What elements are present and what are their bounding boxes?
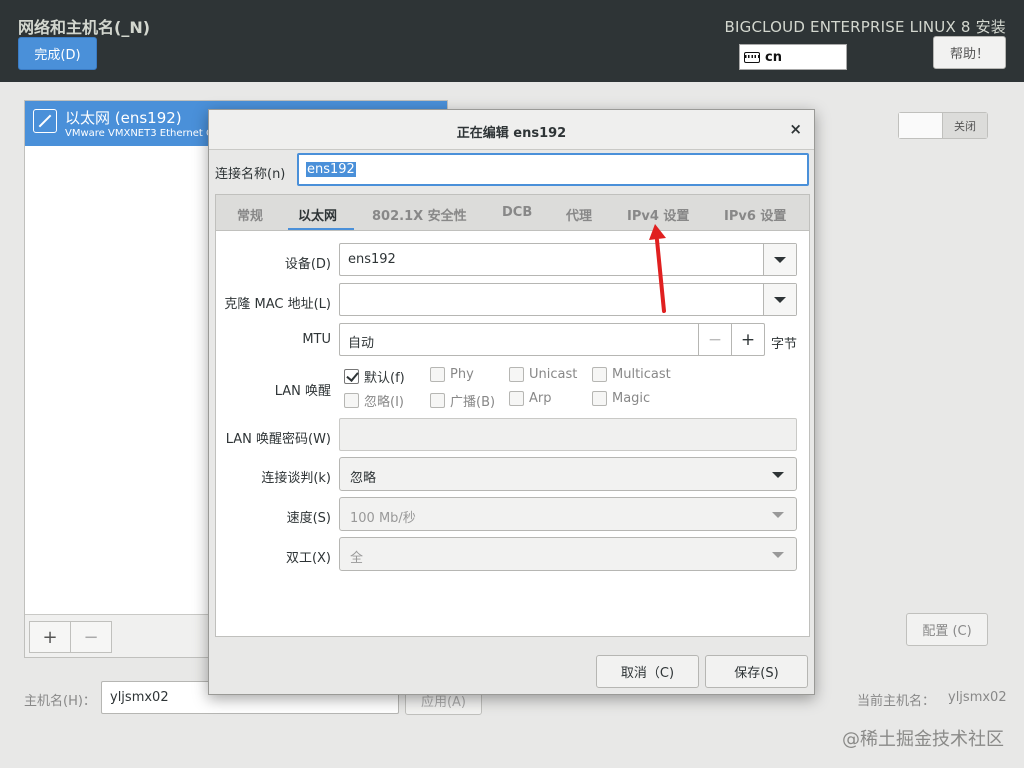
- checkbox-icon: [430, 393, 445, 408]
- wol-ignore-checkbox[interactable]: 忽略(I): [344, 391, 404, 410]
- product-title: BIGCLOUD ENTERPRISE LINUX 8 安装: [724, 18, 1006, 36]
- tab-8021x-security[interactable]: 802.1X 安全性: [372, 205, 467, 224]
- checkbox-icon: [430, 367, 445, 382]
- clone-mac-combo[interactable]: [339, 283, 797, 316]
- tab-ipv4-settings[interactable]: IPv4 设置: [627, 205, 689, 224]
- chevron-down-icon[interactable]: [763, 284, 796, 315]
- duplex-label: 双工(X): [285, 551, 331, 566]
- clone-mac-label: 克隆 MAC 地址(L): [224, 297, 331, 312]
- mtu-label: MTU: [302, 332, 331, 347]
- save-button[interactable]: 保存(S): [705, 655, 808, 688]
- keyboard-layout-label: cn: [765, 49, 782, 65]
- mtu-value: 自动: [348, 336, 375, 351]
- current-hostname-value: yljsmx02: [948, 690, 1007, 705]
- device-name: 以太网 (ens192): [65, 109, 182, 127]
- duplex-value: 全: [350, 551, 364, 566]
- toggle-state-label: 关闭: [943, 113, 987, 138]
- help-button[interactable]: 帮助！: [933, 36, 1006, 69]
- tab-ipv6-settings[interactable]: IPv6 设置: [724, 205, 786, 224]
- cancel-button[interactable]: 取消（C): [596, 655, 699, 688]
- wol-phy-checkbox[interactable]: Phy: [430, 367, 474, 382]
- device-toggle-switch[interactable]: 关闭: [898, 112, 988, 139]
- wol-password-label: LAN 唤醒密码(W): [225, 432, 331, 447]
- device-description: VMware VMXNET3 Ethernet C: [65, 128, 214, 139]
- speed-select[interactable]: 100 Mb/秒: [339, 497, 797, 531]
- checkbox-icon: [344, 369, 359, 384]
- checkbox-icon: [344, 393, 359, 408]
- checkbox-icon: [509, 391, 524, 406]
- wol-phy-label: Phy: [450, 367, 474, 382]
- wol-arp-checkbox[interactable]: Arp: [509, 391, 552, 406]
- wol-multicast-label: Multicast: [612, 367, 671, 382]
- top-header: 网络和主机名(_N) 完成(D) BIGCLOUD ENTERPRISE LIN…: [0, 0, 1024, 82]
- dialog-title: 正在编辑 ens192: [456, 126, 567, 141]
- add-device-button[interactable]: +: [29, 621, 71, 653]
- ethernet-icon: [33, 109, 57, 133]
- connection-name-label: 连接名称(n): [215, 167, 286, 182]
- configure-button[interactable]: 配置 (C): [906, 613, 988, 646]
- negotiation-label: 连接谈判(k): [261, 471, 331, 486]
- device-value: ens192: [348, 252, 396, 267]
- checkbox-icon: [509, 367, 524, 382]
- wol-magic-checkbox[interactable]: Magic: [592, 391, 650, 406]
- tab-general[interactable]: 常规: [237, 205, 263, 224]
- connection-name-input[interactable]: ens192: [297, 153, 809, 186]
- mtu-increment-button[interactable]: +: [731, 324, 764, 355]
- speed-value: 100 Mb/秒: [350, 511, 416, 526]
- negotiation-value: 忽略: [350, 471, 377, 486]
- dialog-titlebar: 正在编辑 ens192 ×: [209, 110, 814, 150]
- tab-dcb[interactable]: DCB: [502, 205, 532, 220]
- done-button[interactable]: 完成(D): [18, 37, 97, 70]
- mtu-unit: 字节: [771, 337, 798, 352]
- watermark: @稀土掘金技术社区: [842, 729, 1004, 750]
- tab-ethernet[interactable]: 以太网: [298, 205, 337, 224]
- mtu-decrement-button[interactable]: −: [698, 324, 731, 355]
- wol-password-input[interactable]: [339, 418, 797, 451]
- wol-magic-label: Magic: [612, 391, 651, 406]
- wol-default-checkbox[interactable]: 默认(f): [344, 367, 405, 386]
- wol-broadcast-label: 广播(B): [450, 395, 496, 410]
- wol-ignore-label: 忽略(I): [364, 395, 404, 410]
- chevron-down-icon: [772, 552, 784, 558]
- wol-unicast-checkbox[interactable]: Unicast: [509, 367, 577, 382]
- wol-label: LAN 唤醒: [274, 384, 331, 399]
- edit-connection-dialog: 正在编辑 ens192 × 连接名称(n) ens192 常规 以太网 802.…: [208, 109, 815, 695]
- close-icon[interactable]: ×: [789, 120, 802, 138]
- settings-tabs: 常规 以太网 802.1X 安全性 DCB 代理 IPv4 设置 IPv6 设置: [215, 194, 810, 231]
- hostname-label: 主机名(H)：: [24, 694, 96, 709]
- wol-multicast-checkbox[interactable]: Multicast: [592, 367, 671, 382]
- page-title: 网络和主机名(_N): [18, 18, 151, 37]
- wol-arp-label: Arp: [529, 391, 552, 406]
- device-combo[interactable]: ens192: [339, 243, 797, 276]
- checkbox-icon: [592, 367, 607, 382]
- keyboard-icon: [744, 51, 760, 63]
- mtu-spin-field[interactable]: 自动 − +: [339, 323, 765, 356]
- duplex-select[interactable]: 全: [339, 537, 797, 571]
- ethernet-settings-panel: 设备(D) ens192 克隆 MAC 地址(L) MTU 自动 − + 字节 …: [215, 230, 810, 637]
- chevron-down-icon: [772, 512, 784, 518]
- wol-default-label: 默认(f): [364, 371, 405, 386]
- tab-proxy[interactable]: 代理: [566, 205, 592, 224]
- current-hostname-label: 当前主机名：: [857, 694, 936, 709]
- wol-unicast-label: Unicast: [529, 367, 578, 382]
- connection-name-value: ens192: [306, 162, 356, 177]
- keyboard-layout-indicator[interactable]: cn: [739, 44, 847, 70]
- wol-broadcast-checkbox[interactable]: 广播(B): [430, 391, 495, 410]
- device-label: 设备(D): [284, 257, 331, 272]
- chevron-down-icon: [772, 472, 784, 478]
- checkbox-icon: [592, 391, 607, 406]
- speed-label: 速度(S): [286, 511, 331, 526]
- chevron-down-icon[interactable]: [763, 244, 796, 275]
- toggle-knob: [899, 113, 943, 138]
- remove-device-button[interactable]: −: [70, 621, 112, 653]
- negotiation-select[interactable]: 忽略: [339, 457, 797, 491]
